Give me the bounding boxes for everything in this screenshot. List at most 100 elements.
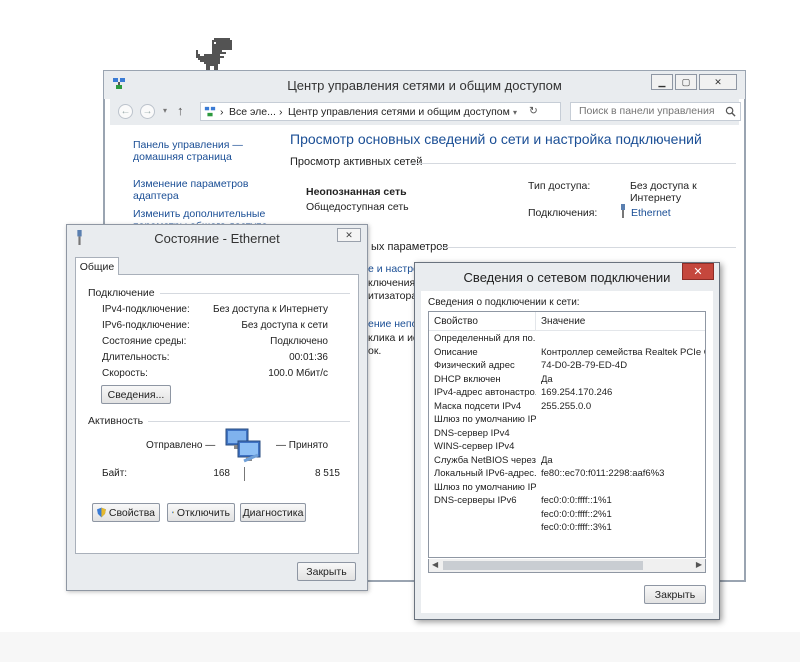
list-item[interactable]: Локальный IPv6-адрес... fe80::ec70:f011:2… xyxy=(429,468,705,481)
list-item-property: Шлюз по умолчанию IP... xyxy=(434,414,536,425)
details-dialog-close-button[interactable]: ✕ xyxy=(682,263,714,280)
address-segment-all-items[interactable]: Все эле... xyxy=(229,106,276,118)
list-item[interactable]: Определенный для по... xyxy=(429,333,705,346)
close-icon: ✕ xyxy=(693,266,703,278)
list-item[interactable]: IPv4-адрес автонастро... 169.254.170.246 xyxy=(429,387,705,400)
tab-general[interactable]: Общие xyxy=(75,257,119,275)
minimize-button[interactable]: ▁ xyxy=(651,74,673,90)
close-button[interactable]: ✕ xyxy=(699,74,737,90)
disable-label: Отключить xyxy=(176,506,230,519)
ethernet-plug-icon xyxy=(621,204,625,218)
connections-label: Подключения: xyxy=(528,207,598,219)
list-item-property: Физический адрес xyxy=(434,360,515,371)
col-header-value[interactable]: Значение xyxy=(541,316,585,327)
list-item-value: 169.254.170.246 xyxy=(541,387,613,398)
scroll-left-icon[interactable]: ◀ xyxy=(432,560,438,569)
list-item-value: 255.255.0.0 xyxy=(541,400,592,412)
nav-adapter-link[interactable]: Изменение параметров адаптера xyxy=(133,178,248,202)
list-item-property: DNS-серверы IPv6 xyxy=(434,495,517,506)
list-item[interactable]: Шлюз по умолчанию IP... xyxy=(429,481,705,495)
list-item[interactable]: WINS-сервер IPv4 xyxy=(429,441,705,454)
details-list[interactable]: Свойство Значение Определенный для по...… xyxy=(428,311,706,558)
access-type-value-line1: Без доступа к xyxy=(630,180,697,192)
change-settings-fragment: ых параметров xyxy=(371,241,449,253)
list-item[interactable]: DHCP включен Да xyxy=(429,373,705,387)
col-header-property[interactable]: Свойство xyxy=(434,316,478,327)
bytes-divider xyxy=(244,467,245,481)
list-item[interactable]: Физический адрес 74-D0-2B-79-ED-4D xyxy=(429,360,705,373)
list-item-property: Локальный IPv6-адрес... xyxy=(434,468,536,479)
connections-ethernet-link[interactable]: Ethernet xyxy=(631,207,671,219)
col-separator[interactable] xyxy=(535,312,536,331)
properties-button[interactable]: Свойства xyxy=(92,503,160,522)
ethernet-dialog-close-button[interactable]: ✕ xyxy=(337,228,361,242)
search-box xyxy=(570,102,741,121)
access-type-label: Тип доступа: xyxy=(528,180,591,192)
list-item[interactable]: DNS-сервер IPv4 xyxy=(429,427,705,441)
search-icon[interactable] xyxy=(725,106,736,117)
dino-icon xyxy=(196,38,232,72)
scrollbar-thumb[interactable] xyxy=(443,561,643,570)
list-item[interactable]: Служба NetBIOS черезр... Да xyxy=(429,454,705,468)
media-state-value: Подключено xyxy=(270,336,328,347)
connection-group-divider xyxy=(160,293,350,294)
refresh-icon[interactable]: ↻ xyxy=(529,105,538,117)
list-item-value: fe80::ec70:f011:2298:aaf6%3 xyxy=(541,468,665,479)
troubleshoot-description-1: клика и ис xyxy=(368,332,419,344)
shield-icon xyxy=(172,511,174,514)
address-bar[interactable]: › Все эле... › Центр управления сетями и… xyxy=(200,102,561,121)
scroll-right-icon[interactable]: ▶ xyxy=(696,560,702,569)
ipv6-label: IPv6-подключение: xyxy=(102,320,190,331)
up-arrow-icon[interactable]: ↑ xyxy=(177,103,184,118)
activity-group-label: Активность xyxy=(88,415,144,427)
connection-details-dialog: Сведения о сетевом подключении ✕ Сведени… xyxy=(414,262,720,620)
list-header: Свойство Значение xyxy=(429,312,705,331)
address-dropdown-icon[interactable]: ▾ xyxy=(513,108,517,117)
ethernet-status-dialog: Состояние - Ethernet ✕ Общие Подключение… xyxy=(66,224,368,591)
network-type: Общедоступная сеть xyxy=(306,201,409,213)
details-button[interactable]: Сведения... xyxy=(101,385,171,404)
maximize-icon: ▢ xyxy=(681,76,691,87)
ethernet-close-button[interactable]: Закрыть xyxy=(297,562,356,581)
window-controls: ▁ ▢ ✕ xyxy=(649,74,737,90)
list-item[interactable]: Шлюз по умолчанию IP... xyxy=(429,414,705,427)
list-item[interactable]: DNS-серверы IPv6 fec0:0:0:ffff::1%1 xyxy=(429,495,705,508)
address-network-icon xyxy=(204,106,216,117)
speed-label: Скорость: xyxy=(102,368,148,379)
back-arrow-icon: ← xyxy=(120,106,131,117)
section-divider-2 xyxy=(440,247,736,248)
forward-button[interactable]: → xyxy=(140,104,155,119)
shield-icon xyxy=(97,507,106,518)
close-icon: ✕ xyxy=(345,229,353,240)
window-titlebar[interactable]: Центр управления сетями и общим доступом… xyxy=(104,71,745,99)
list-item-property: DNS-сервер IPv4 xyxy=(434,427,510,439)
list-item[interactable]: fec0:0:0:ffff::3%1 xyxy=(429,522,705,535)
list-item-property: Маска подсети IPv4 xyxy=(434,400,522,412)
list-item[interactable]: Маска подсети IPv4 255.255.0.0 xyxy=(429,400,705,414)
address-segment-network-center[interactable]: Центр управления сетями и общим доступом xyxy=(288,106,510,118)
maximize-button[interactable]: ▢ xyxy=(675,74,697,90)
list-item-property: Шлюз по умолчанию IP... xyxy=(434,481,536,493)
setup-connection-link[interactable]: е и настро xyxy=(368,263,419,275)
list-item[interactable]: fec0:0:0:ffff::2%1 xyxy=(429,509,705,522)
horizontal-scrollbar[interactable]: ◀ ▶ xyxy=(428,559,706,573)
troubleshoot-description-2: ок. xyxy=(368,345,382,357)
list-item[interactable]: Описание Контроллер семейства Realtek PCI… xyxy=(429,346,705,360)
list-item-value: Да xyxy=(541,454,553,466)
disable-button[interactable]: Отключить xyxy=(167,503,235,522)
received-label: — Принято xyxy=(276,440,329,451)
ipv6-value: Без доступа к сети xyxy=(241,320,328,331)
nav-home-link[interactable]: Панель управления — домашняя страница xyxy=(133,139,243,163)
list-item-value: Контроллер семейства Realtek PCIe G xyxy=(541,346,705,358)
address-sep-1: › xyxy=(220,106,224,118)
diagnose-button[interactable]: Диагностика xyxy=(240,503,306,522)
details-subtitle: Сведения о подключении к сети: xyxy=(428,297,580,308)
search-input[interactable] xyxy=(577,103,727,119)
list-item-value: fec0:0:0:ffff::1%1 xyxy=(541,495,612,506)
recent-dropdown-icon[interactable]: ▾ xyxy=(163,106,167,115)
back-button[interactable]: ← xyxy=(118,104,133,119)
list-item-value: Да xyxy=(541,373,553,385)
list-item-value: 74-D0-2B-79-ED-4D xyxy=(541,360,628,371)
details-close-button[interactable]: Закрыть xyxy=(644,585,706,604)
active-networks-label: Просмотр активных сетей xyxy=(290,156,423,168)
